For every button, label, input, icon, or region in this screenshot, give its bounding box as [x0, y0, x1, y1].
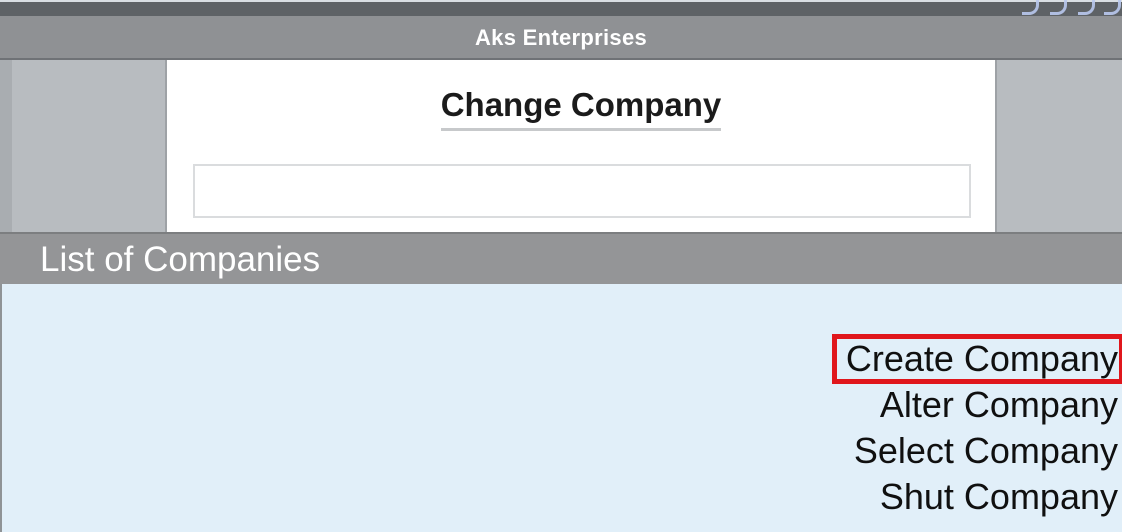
decorative-curl-icon [1050, 0, 1067, 15]
left-gutter [0, 60, 12, 232]
decorative-curl-icon [1078, 0, 1095, 15]
list-header-title: List of Companies [40, 240, 321, 279]
dialog-title-wrap: Change Company [167, 86, 995, 131]
top-strip [0, 0, 1122, 16]
create-company-option[interactable]: Create Company [831, 334, 1122, 384]
decorative-curl-icon [1104, 0, 1121, 15]
tally-window: Aks Enterprises Change Company List of C… [0, 0, 1122, 532]
change-company-dialog: Change Company [165, 60, 997, 232]
company-title: Aks Enterprises [474, 25, 648, 50]
alter-company-option[interactable]: Alter Company [834, 382, 1122, 428]
shut-company-option[interactable]: Shut Company [834, 474, 1122, 520]
select-company-option[interactable]: Select Company [834, 428, 1122, 474]
dialog-backdrop: Change Company [0, 60, 1122, 232]
company-list: Create Company Alter Company Select Comp… [0, 284, 1122, 532]
dialog-title: Change Company [440, 86, 722, 131]
company-menu: Create Company Alter Company Select Comp… [831, 334, 1122, 520]
decorative-curl-icon [1022, 0, 1039, 15]
company-title-bar: Aks Enterprises [0, 16, 1122, 60]
top-edge [0, 0, 1122, 2]
company-search-input[interactable] [193, 164, 971, 218]
list-header: List of Companies [0, 232, 1122, 284]
